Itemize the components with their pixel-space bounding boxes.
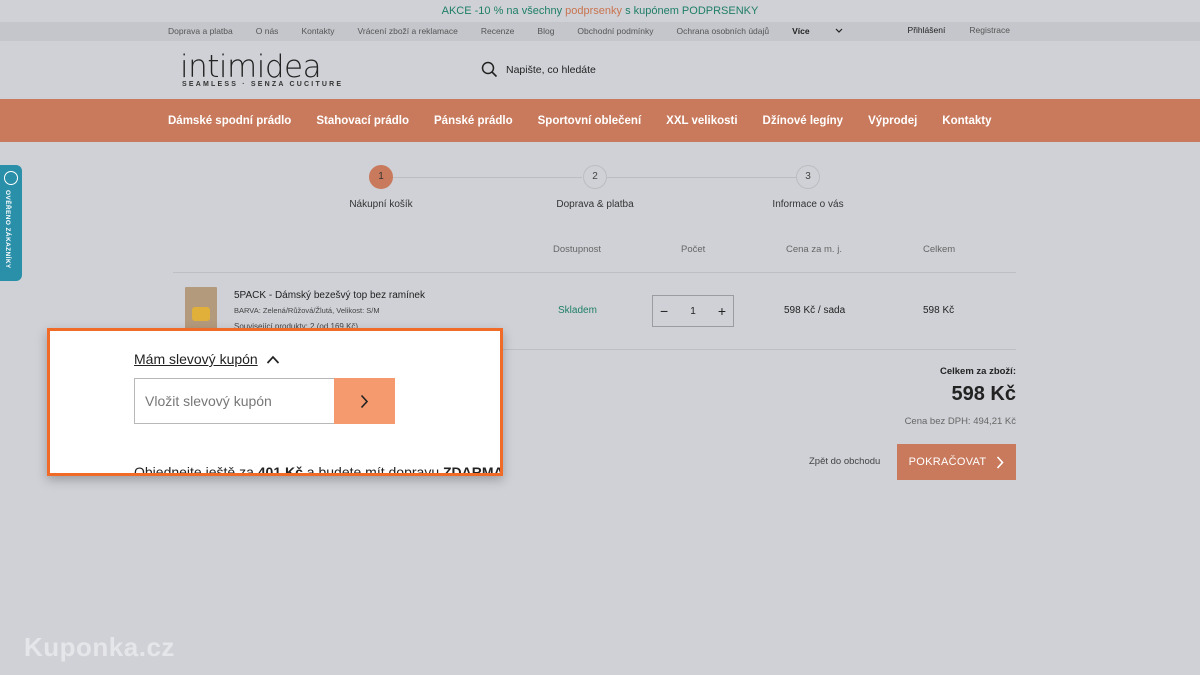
product-attributes: BARVA: Zelená/Růžová/Žlutá, Velikost: S/… <box>234 306 380 315</box>
coupon-toggle[interactable]: Mám slevový kupón <box>134 351 280 367</box>
chevron-right-icon <box>997 455 1004 469</box>
header-unit-price: Cena za m. j. <box>786 244 842 255</box>
coupon-toggle-label: Mám slevový kupón <box>134 351 258 367</box>
promo-highlight[interactable]: podprsenky <box>565 5 622 17</box>
verified-badge-label: OVĚŘENO ZÁKAZNÍKY <box>4 190 11 269</box>
free-shipping-amount: 401 Kč <box>257 464 303 476</box>
nav-item-sale[interactable]: Výprodej <box>868 115 917 127</box>
line-total: 598 Kč <box>923 305 955 316</box>
register-link[interactable]: Registrace <box>969 22 1010 39</box>
step-cart[interactable]: 1 Nákupní košík <box>306 165 456 210</box>
chevron-right-icon <box>360 394 369 408</box>
site-header: intimidea SEAMLESS · SENZA CUCITURE Napi… <box>0 41 1200 99</box>
continue-button[interactable]: POKRAČOVAT <box>897 444 1016 480</box>
step-number: 2 <box>583 165 607 189</box>
nav-item-contacts[interactable]: Kontakty <box>942 115 991 127</box>
chevron-up-icon <box>266 355 279 364</box>
step-label: Informace o vás <box>772 199 844 210</box>
search-placeholder: Napište, co hledáte <box>506 63 596 76</box>
decrease-button[interactable]: − <box>660 304 668 318</box>
apply-coupon-button[interactable] <box>334 378 395 424</box>
free-shipping-message: Objednejte ještě za 401 Kč a budete mít … <box>134 464 503 476</box>
search-icon <box>481 61 498 78</box>
coupon-panel: Mám slevový kupón Objednejte ještě za 40… <box>47 328 503 476</box>
main-nav: Dámské spodní prádlo Stahovací prádlo Pá… <box>0 99 1200 142</box>
summary-without-vat: Cena bez DPH: 494,21 Kč <box>904 416 1016 427</box>
utility-nav: Doprava a platba O nás Kontakty Vrácení … <box>0 22 1200 41</box>
nav-item-mens-underwear[interactable]: Pánské prádlo <box>434 115 513 127</box>
promo-bar: AKCE -10 % na všechny podprsenky s kupón… <box>0 0 1200 22</box>
verified-seal-icon <box>4 171 18 185</box>
header-quantity: Počet <box>681 244 706 255</box>
nav-item-shapewear[interactable]: Stahovací prádlo <box>316 115 409 127</box>
search-field[interactable]: Napište, co hledáte <box>481 61 596 78</box>
divider <box>173 272 1016 273</box>
chevron-down-icon <box>835 28 843 33</box>
quantity-stepper: − 1 + <box>652 295 734 327</box>
step-shipping[interactable]: 2 Doprava & platba <box>520 165 670 210</box>
nav-item-womens-underwear[interactable]: Dámské spodní prádlo <box>168 115 291 127</box>
free-shipping-text: Objednejte ještě za <box>134 464 258 476</box>
summary-total: 598 Kč <box>951 383 1017 405</box>
util-link-reviews[interactable]: Recenze <box>481 22 515 41</box>
util-link-terms[interactable]: Obchodní podmínky <box>577 22 653 41</box>
continue-label: POKRAČOVAT <box>908 456 987 468</box>
step-number: 3 <box>796 165 820 189</box>
summary-label: Celkem za zboží: <box>939 366 1016 377</box>
watermark: Kuponka.cz <box>24 632 175 662</box>
free-shipping-text-mid: a budete mít dopravu <box>302 464 443 476</box>
nav-item-xxl[interactable]: XXL velikosti <box>666 115 737 127</box>
promo-text-end: s kupónem PODPRSENKY <box>622 5 759 17</box>
unit-price: 598 Kč / sada <box>784 305 846 316</box>
util-more-label: Více <box>792 26 810 36</box>
free-shipping-free: ZDARMA <box>443 464 503 476</box>
util-more-menu[interactable]: Více <box>792 22 843 41</box>
nav-item-denim-leggings[interactable]: Džínové legíny <box>763 115 844 127</box>
step-info[interactable]: 3 Informace o vás <box>733 165 883 210</box>
step-number: 1 <box>369 165 393 189</box>
product-name[interactable]: 5PACK - Dámský bezešvý top bez ramínek <box>234 290 425 301</box>
increase-button[interactable]: + <box>718 304 726 318</box>
step-label: Doprava & platba <box>556 199 634 210</box>
promo-text: AKCE -10 % na všechny <box>441 5 566 17</box>
util-link-contacts[interactable]: Kontakty <box>301 22 334 41</box>
logo[interactable]: intimidea SEAMLESS · SENZA CUCITURE <box>180 51 343 88</box>
verified-badge-tab[interactable]: OVĚŘENO ZÁKAZNÍKY <box>0 165 22 281</box>
util-link-about[interactable]: O nás <box>256 22 279 41</box>
util-link-privacy[interactable]: Ochrana osobních údajů <box>677 22 770 41</box>
header-availability: Dostupnost <box>553 244 602 255</box>
util-link-blog[interactable]: Blog <box>537 22 554 41</box>
logo-tagline: SEAMLESS · SENZA CUCITURE <box>182 81 344 88</box>
quantity-value[interactable]: 1 <box>690 306 696 317</box>
util-link-returns[interactable]: Vrácení zboží a reklamace <box>358 22 458 41</box>
back-to-shop-link[interactable]: Zpět do obchodu <box>809 456 880 467</box>
step-label: Nákupní košík <box>349 199 413 210</box>
product-thumbnail[interactable] <box>185 287 217 331</box>
util-link-shipping[interactable]: Doprava a platba <box>168 22 233 41</box>
login-link[interactable]: Přihlášení <box>908 22 946 39</box>
nav-item-sportswear[interactable]: Sportovní oblečení <box>538 115 642 127</box>
coupon-input[interactable] <box>134 378 334 424</box>
logo-wordmark: intimidea <box>180 49 322 85</box>
header-total: Celkem <box>923 244 956 255</box>
availability-status: Skladem <box>558 305 597 316</box>
